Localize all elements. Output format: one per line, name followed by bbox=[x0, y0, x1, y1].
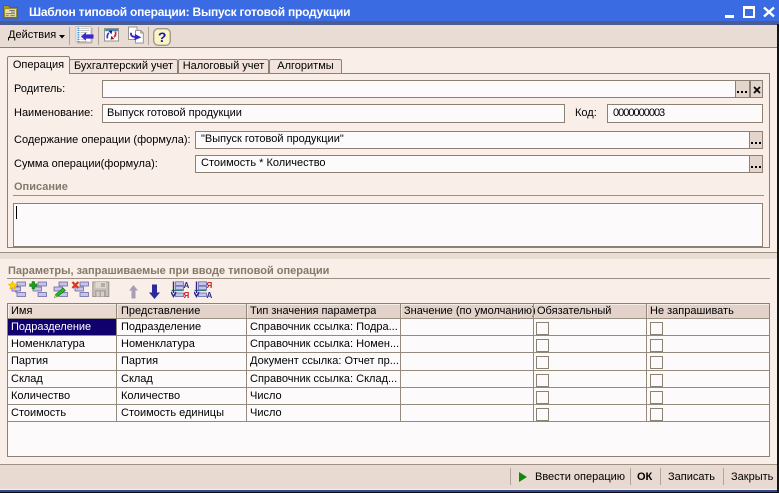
svg-text:?: ? bbox=[158, 29, 167, 45]
svg-text:А: А bbox=[184, 281, 190, 290]
svg-text:А: А bbox=[207, 291, 213, 299]
svg-text:Я: Я bbox=[207, 281, 213, 290]
svg-text:Я: Я bbox=[184, 291, 190, 299]
